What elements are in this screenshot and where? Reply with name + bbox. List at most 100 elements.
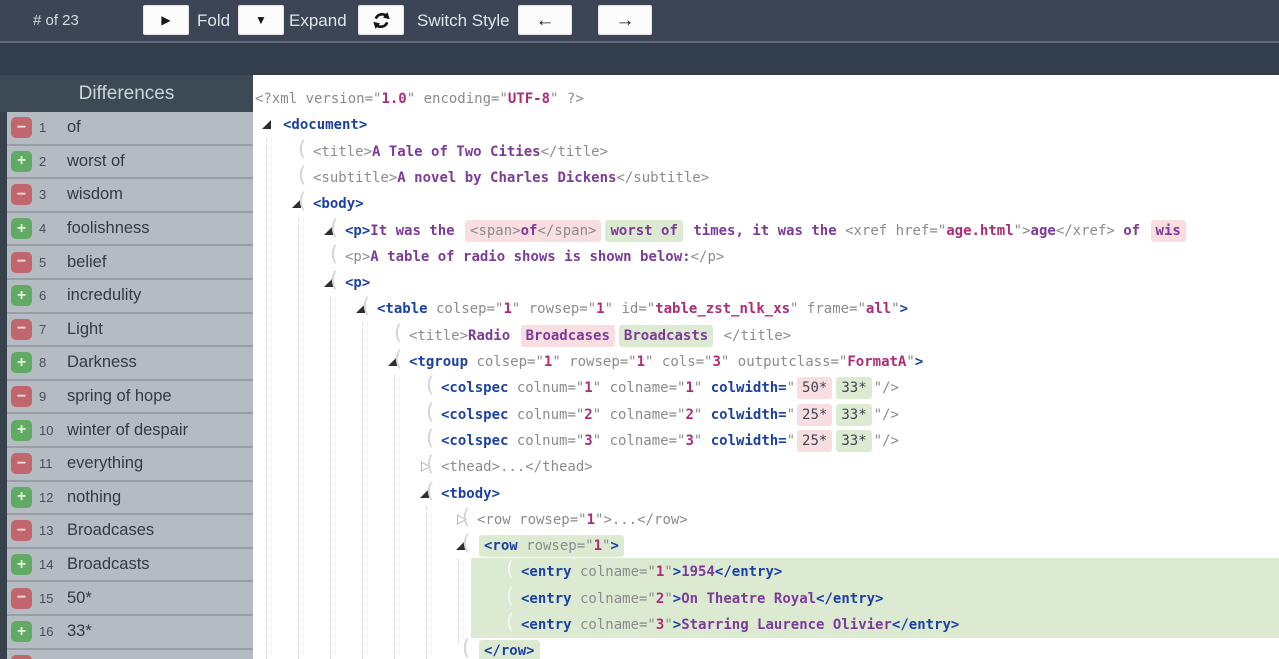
diff-list-item[interactable]: −7 Light <box>0 313 253 346</box>
insertion-plus-icon: + <box>11 150 32 172</box>
deletion-minus-icon: − <box>11 251 32 273</box>
diff-number: 7 <box>39 321 47 337</box>
diff-label: 50* <box>67 588 92 607</box>
next-diff-button[interactable]: → <box>598 5 652 35</box>
code-token: > <box>610 538 619 555</box>
collapse-toggle-icon[interactable] <box>262 120 271 130</box>
code-token: table_zst_nlk_xs <box>655 301 791 318</box>
code-token: 3 <box>685 432 694 449</box>
previous-diff-button[interactable]: ← <box>518 5 572 35</box>
code-token: <entry <box>521 617 572 633</box>
diff-number: 15 <box>39 590 54 606</box>
diff-list-item[interactable]: +2 worst of <box>0 145 253 178</box>
diff-list-item[interactable]: +14 Broadcasts <box>0 548 253 581</box>
code-token: <entry <box>521 590 572 607</box>
code-token: 33* <box>841 406 867 423</box>
code-token: of <box>520 222 538 239</box>
code-token: colwidth= <box>710 432 787 449</box>
deletion-minus-icon: − <box>11 587 32 609</box>
code-token: 33* <box>841 380 867 397</box>
switch-style-label: Switch Style <box>417 10 510 30</box>
code-token: A table of radio shows is shown below: <box>370 248 691 265</box>
code-token: ">...</row> <box>595 511 688 528</box>
code-token: " <box>693 406 711 423</box>
code-line: (<entry colname="2">On Theatre Royal</en… <box>506 584 883 612</box>
diff-list-item[interactable]: −5 belief <box>0 246 253 278</box>
diff-list-item[interactable]: −15 50* <box>0 582 253 614</box>
code-line: (<entry colname="3">Starring Laurence Ol… <box>506 610 959 638</box>
code-line: (<tgroup colsep="1" rowsep="1" cols="3" … <box>388 347 923 375</box>
code-token: It was the <box>370 222 464 239</box>
diff-list-item[interactable]: −11 everything <box>0 447 253 480</box>
deletion-minus-icon: − <box>11 654 32 659</box>
insertion-plus-icon: + <box>11 621 32 643</box>
diff-list-item[interactable]: −3 wisdom <box>0 179 253 211</box>
code-token: 1 <box>503 301 512 318</box>
diff-list-item[interactable]: +4 foolishness <box>0 212 253 245</box>
code-token: </span> <box>537 222 597 239</box>
toolbar: # of 23 ▶ Fold ▼ Expand Switch Style ← → <box>0 0 1279 41</box>
indent-guide <box>394 375 395 659</box>
code-token: > <box>672 617 682 633</box>
diff-label: incredulity <box>67 286 142 305</box>
diff-list-item[interactable]: −9 spring of hope <box>0 380 253 413</box>
code-token: worst of <box>610 222 678 239</box>
code-token: "/> <box>873 380 899 397</box>
diff-list-item[interactable]: +8 Darkness <box>0 347 253 379</box>
diff-number: 2 <box>39 153 47 169</box>
diff-list-item[interactable]: −13 Broadcases <box>0 515 253 547</box>
diff-list-item[interactable]: −1 of <box>0 112 253 144</box>
diff-list-item[interactable]: +10 winter of despair <box>0 414 253 446</box>
code-line: (<entry colname="1">1954</entry> <box>506 557 782 585</box>
diff-list-item[interactable]: +12 nothing <box>0 481 253 514</box>
code-token: 25* <box>802 406 828 423</box>
fold-button[interactable]: ▶ <box>143 5 189 35</box>
code-token: " outputclass=" <box>720 354 848 370</box>
fold-arc-icon: ( <box>330 215 339 240</box>
insertion-highlight: Broadcasts <box>618 324 714 347</box>
code-token: <colspec <box>441 380 509 397</box>
deletion-highlight: <span>of</span> <box>465 219 602 242</box>
switch-style-button[interactable] <box>358 5 404 35</box>
expand-button[interactable]: ▼ <box>238 5 284 35</box>
code-token: " <box>664 564 673 581</box>
code-token: " rowsep=" <box>511 301 597 318</box>
code-line: <document> <box>262 112 367 138</box>
code-line: (<p> <box>324 268 370 296</box>
code-line: (<table colsep="1" rowsep="1" id="table_… <box>356 294 909 322</box>
code-line: ▷(<thead>...</thead> <box>421 452 593 480</box>
fold-arc-icon: ( <box>426 478 435 503</box>
diff-label: everything <box>67 454 144 473</box>
insertion-highlight: 33* <box>836 429 872 452</box>
diff-number: 4 <box>39 221 47 237</box>
code-token: A novel by Charles Dickens <box>397 169 617 186</box>
insertion-plus-icon: + <box>11 218 32 240</box>
insertion-highlight: worst of <box>605 219 683 242</box>
code-line: (<title>Radio Broadcases Broadcasts </tit… <box>394 321 791 349</box>
code-token: <p> <box>345 222 371 239</box>
code-token: colnum=" <box>508 380 585 397</box>
code-line: (<colspec colnum="2" colname="2" colwidt… <box>426 400 899 428</box>
code-token: <subtitle> <box>313 169 398 186</box>
code-token: " <box>906 354 915 370</box>
diff-number: 1 <box>39 120 47 136</box>
code-token: A Tale of Two Cities <box>372 143 541 160</box>
expand-triangle-icon: ▼ <box>255 13 267 27</box>
diff-list-item[interactable]: − <box>0 649 253 659</box>
diff-list-item[interactable]: +6 incredulity <box>0 279 253 312</box>
diff-label: worst of <box>67 151 125 170</box>
deletion-minus-icon: − <box>11 318 32 340</box>
diff-label: foolishness <box>67 219 150 238</box>
fold-arc-icon: ( <box>462 531 471 556</box>
diff-number: 6 <box>39 288 47 304</box>
code-line: (<colspec colnum="3" colname="3" colwidt… <box>426 426 899 454</box>
code-token: > <box>899 301 909 318</box>
diff-list-item[interactable]: +16 33* <box>0 615 253 648</box>
diff-label: Broadcasts <box>67 555 150 574</box>
code-token: " colname=" <box>592 432 686 449</box>
insertion-plus-icon: + <box>11 285 32 307</box>
code-token: <title> <box>313 143 373 160</box>
deletion-highlight: 50* <box>797 377 833 400</box>
code-token: FormatA <box>847 354 907 370</box>
